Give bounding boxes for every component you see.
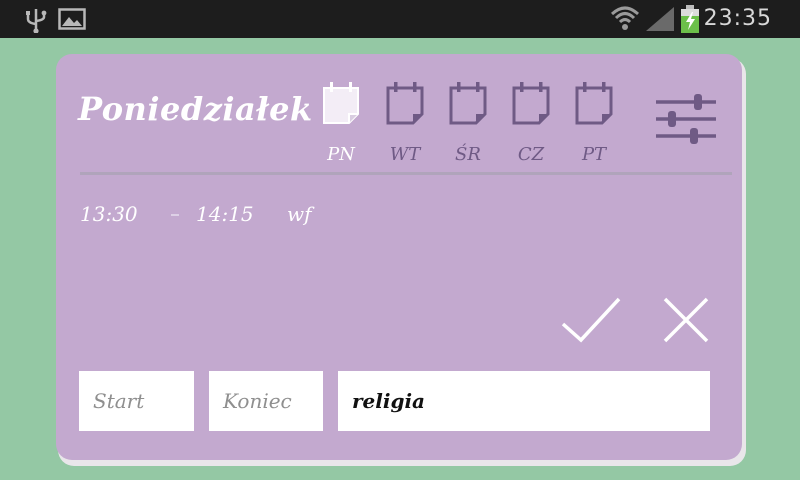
end-placeholder: Koniec [223, 389, 292, 413]
status-bar: 23:35 [0, 0, 800, 38]
entry-start-time: 13:30 [80, 202, 138, 226]
entry-separator [171, 214, 179, 216]
end-field[interactable]: Koniec [209, 371, 323, 431]
calendar-icon [575, 82, 613, 125]
start-placeholder: Start [93, 389, 145, 413]
calendar-icon [323, 82, 359, 124]
day-button-sr[interactable]: ŚR [445, 80, 491, 172]
sliders-icon[interactable] [654, 92, 718, 146]
day-label: WT [389, 144, 421, 165]
day-button-cz[interactable]: CZ [508, 80, 554, 172]
clock: 23:35 [703, 6, 772, 31]
image-icon [58, 8, 86, 30]
header-divider [80, 172, 732, 175]
subject-value: religia [352, 389, 425, 413]
day-button-wt[interactable]: WT [382, 80, 428, 172]
close-icon[interactable] [662, 296, 710, 344]
day-button-pt[interactable]: PT [571, 80, 617, 172]
usb-icon [26, 9, 47, 33]
calendar-icon [386, 82, 424, 125]
day-label: PN [327, 144, 355, 165]
checkmark-icon[interactable] [560, 296, 622, 344]
entry-end-time: 14:15 [196, 202, 254, 226]
entry-subject: wf [287, 202, 312, 226]
subject-field[interactable]: religia [338, 371, 710, 431]
day-button-pn[interactable]: PN [318, 80, 364, 172]
day-label: CZ [517, 144, 545, 165]
battery-charging-icon [681, 5, 699, 33]
calendar-icon [449, 82, 487, 125]
signal-icon [646, 7, 674, 31]
calendar-icon [512, 82, 550, 125]
day-title: Poniedziałek [78, 90, 313, 128]
wifi-icon [610, 6, 640, 30]
day-label: PT [581, 144, 607, 165]
start-field[interactable]: Start [79, 371, 194, 431]
day-label: ŚR [455, 144, 481, 165]
